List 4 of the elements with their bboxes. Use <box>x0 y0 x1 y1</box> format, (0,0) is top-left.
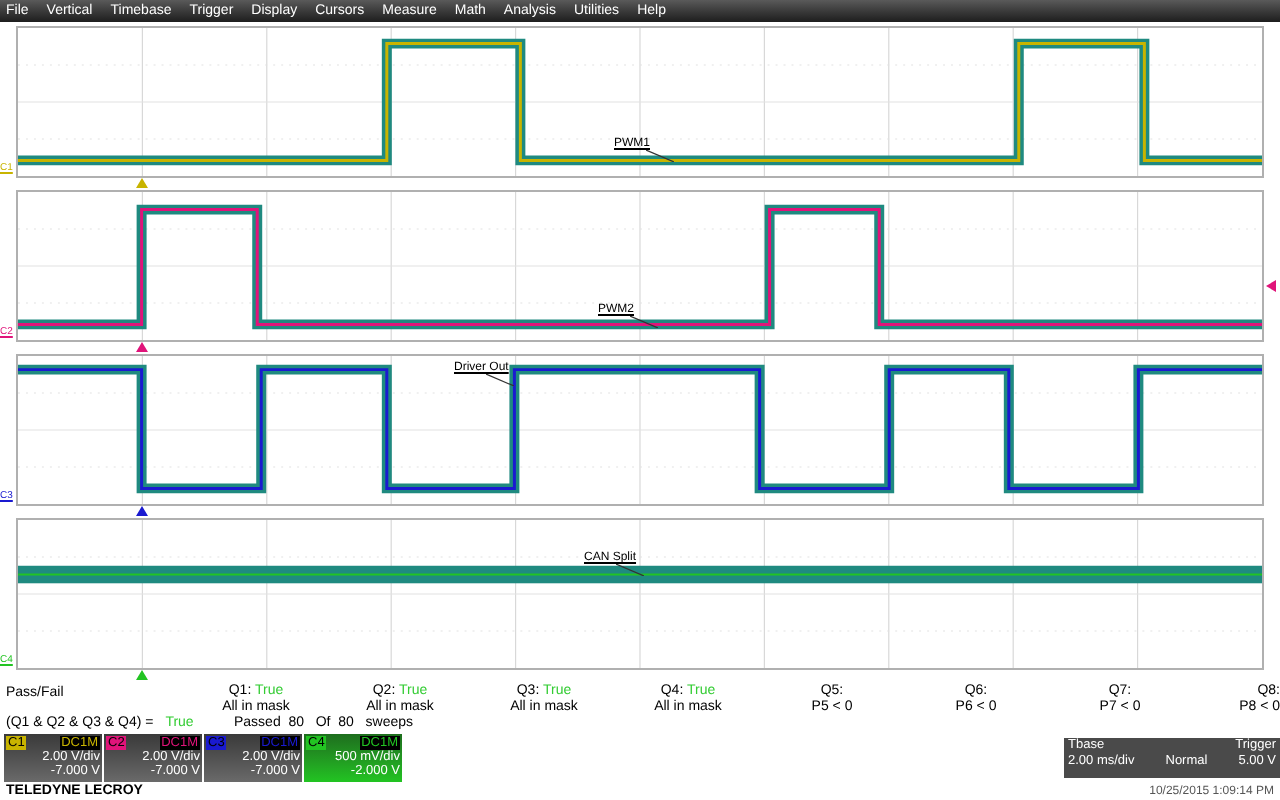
leader-line <box>646 150 674 162</box>
leader-line <box>616 564 644 576</box>
leader-line <box>630 316 658 328</box>
leader-line <box>486 374 514 386</box>
